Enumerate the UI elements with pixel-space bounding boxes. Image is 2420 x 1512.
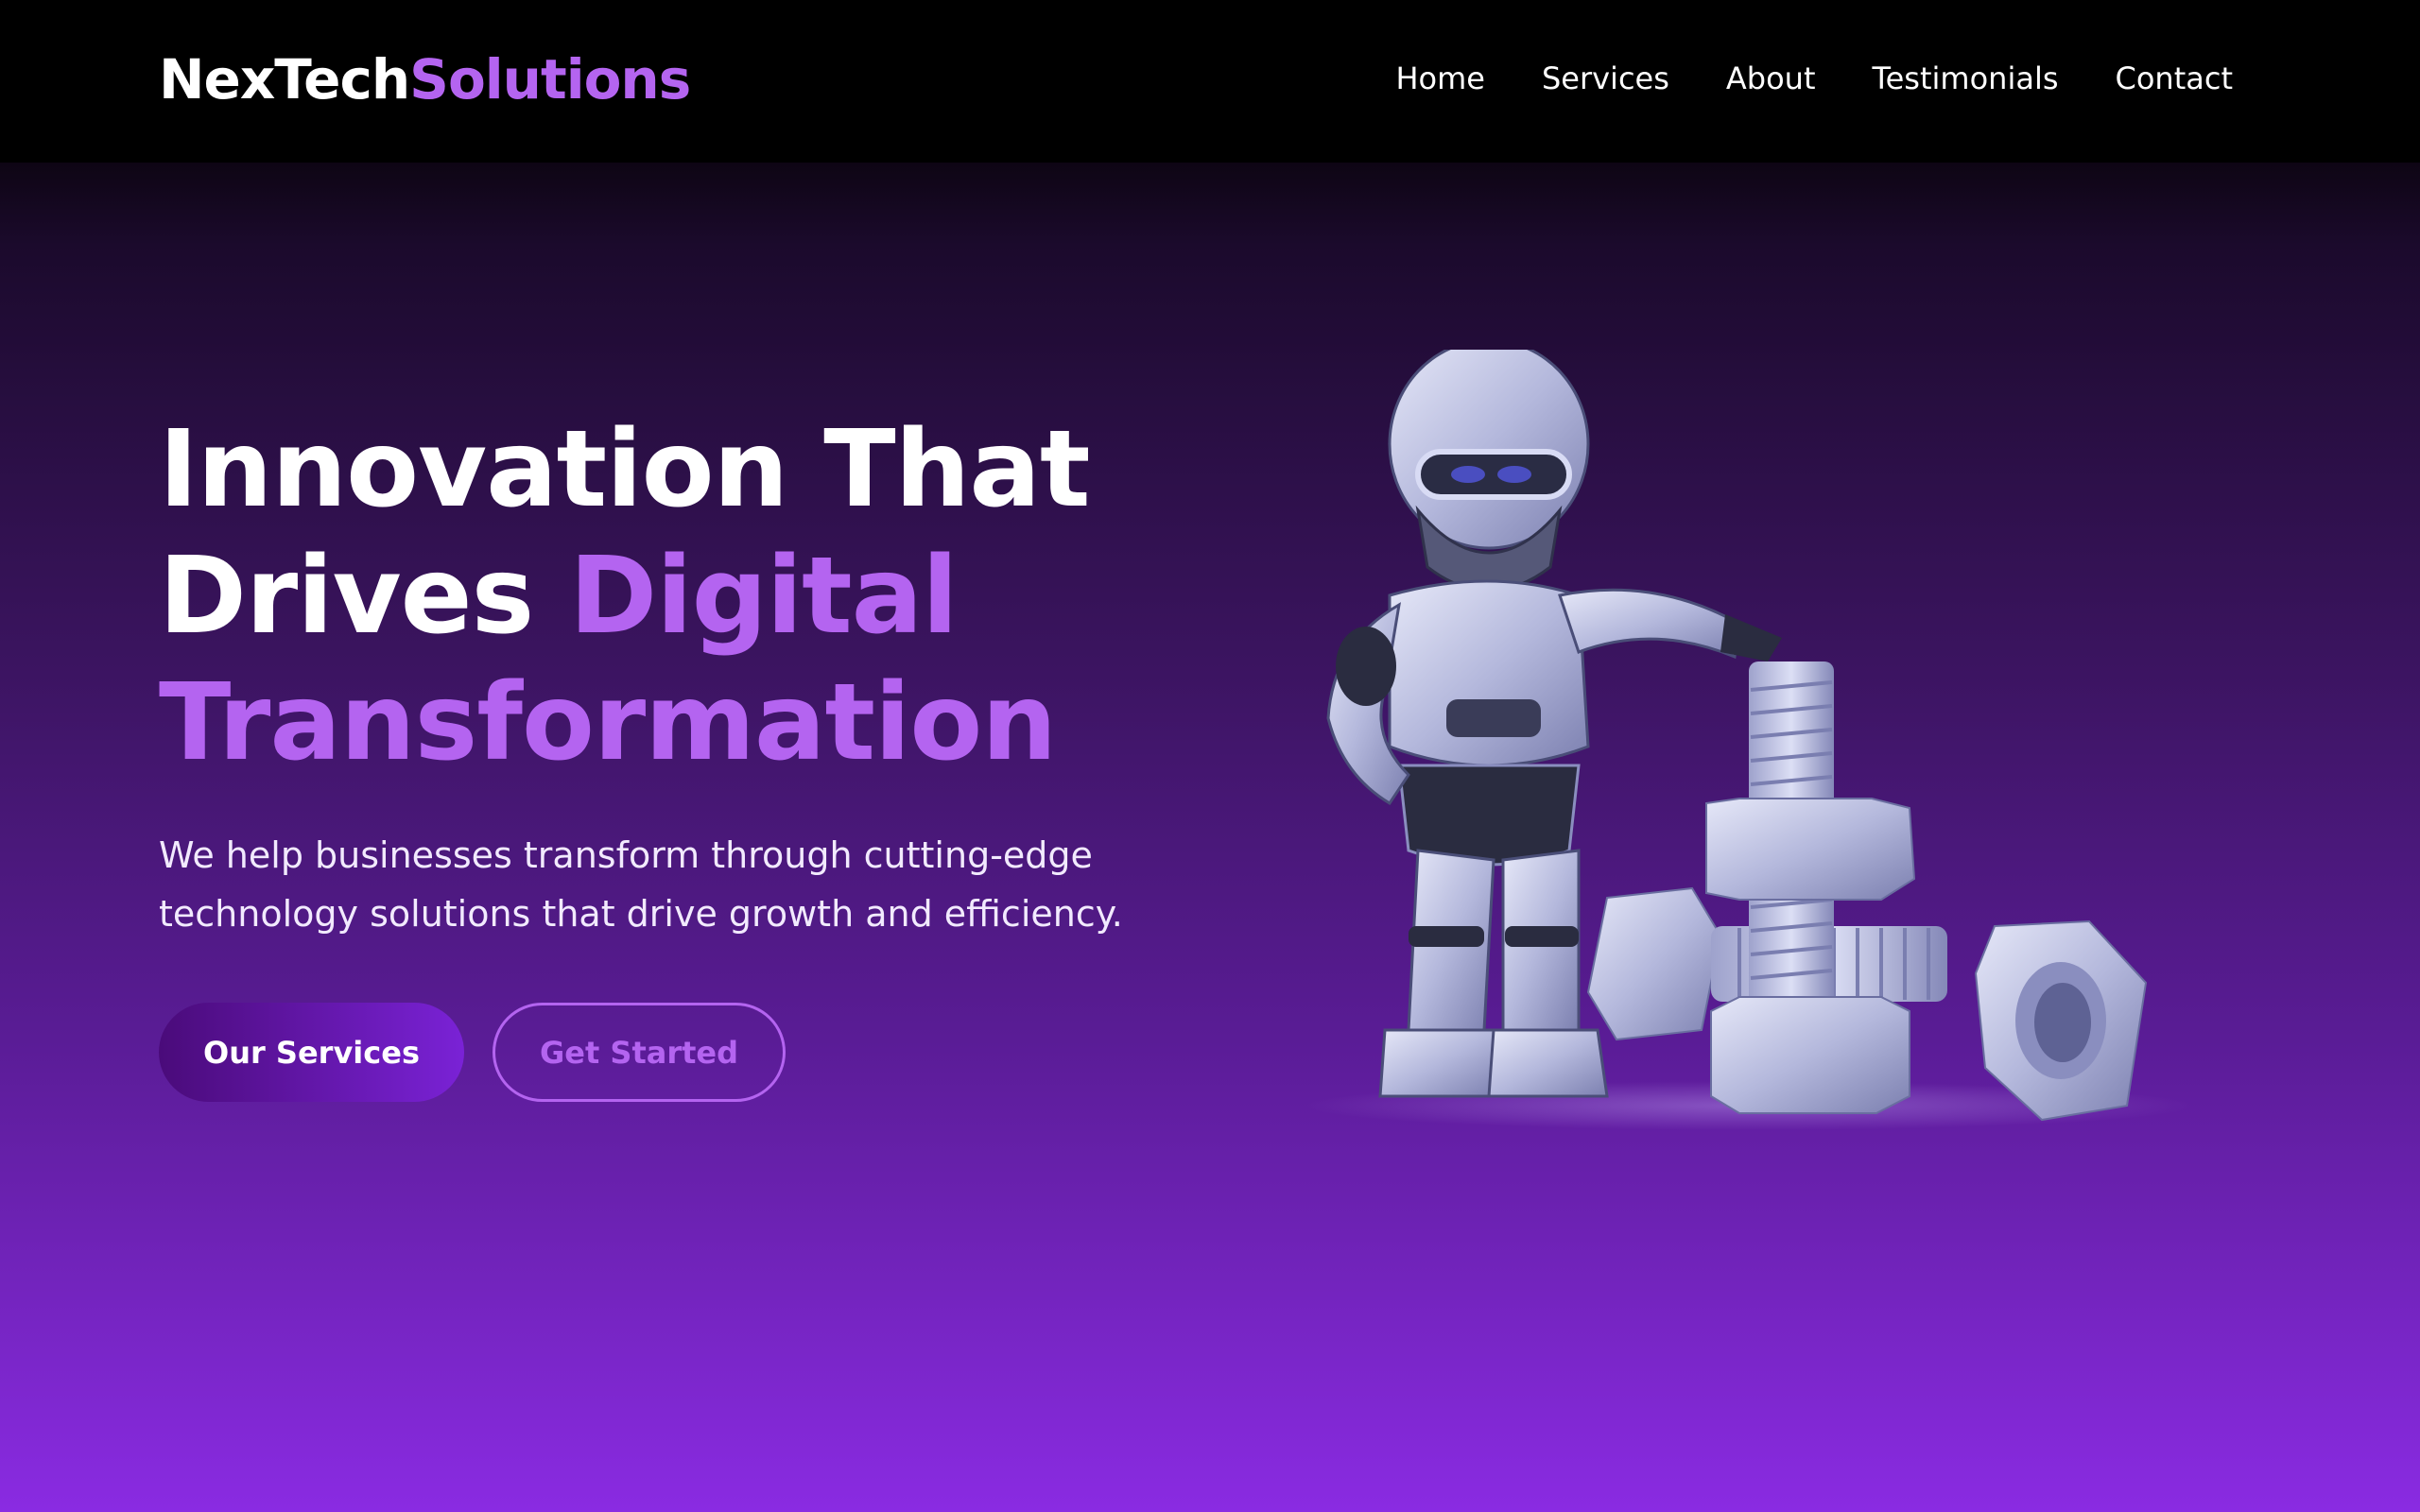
hero-subtitle: We help businesses transform through cut… [159,834,1123,935]
hero-title-line2-accent: Digital [569,535,958,658]
robot-with-bolts-illustration [1305,350,2193,1130]
hero-title-line1: Innovation That [159,408,1091,531]
nav-link-contact[interactable]: Contact [2116,60,2234,96]
brand-name-accent: Solutions [409,47,691,112]
hero-title: Innovation That Drives Digital Transform… [159,406,1199,786]
hero-title-line2-plain: Drives [159,535,570,658]
nav-link-about[interactable]: About [1726,60,1816,96]
get-started-button[interactable]: Get Started [493,1003,786,1102]
nav-link-services[interactable]: Services [1542,60,1669,96]
nav-link-home[interactable]: Home [1395,60,1485,96]
standing-bolt [1705,662,1916,1114]
brand-logo[interactable]: NexTechSolutions [159,47,691,112]
nav-link-testimonials[interactable]: Testimonials [1873,60,2059,96]
our-services-button[interactable]: Our Services [159,1003,464,1102]
top-navbar: NexTechSolutions Home Services About Tes… [0,0,2420,163]
brand-name-primary: NexTech [159,47,410,112]
hero-title-line3-accent: Transformation [159,662,1057,784]
main-nav: Home Services About Testimonials Contact [1395,60,2233,96]
